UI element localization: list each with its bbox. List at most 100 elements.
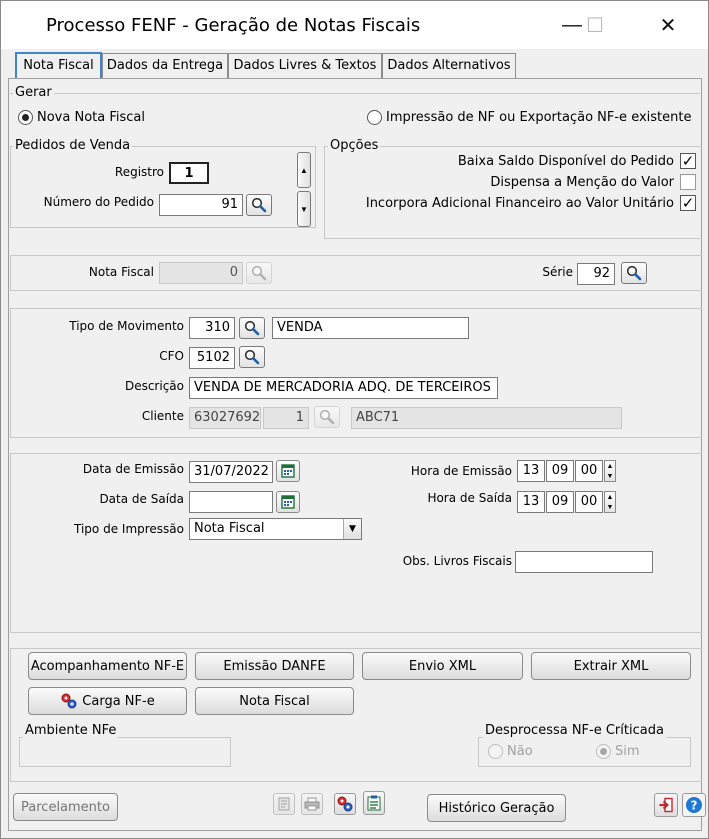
document-icon <box>278 797 290 811</box>
opcao-dispensa-checkbox[interactable] <box>680 174 696 190</box>
hora-saida-hh[interactable]: 13 <box>517 491 545 513</box>
toolbar-print-button[interactable] <box>301 793 323 815</box>
cfo-input[interactable]: 5102 <box>189 347 235 369</box>
maximize-button[interactable]: ☐ <box>572 9 618 41</box>
arrow-down-icon: ▼ <box>606 503 614 511</box>
opcao-incorpora-checkbox[interactable]: ✓ <box>680 195 696 211</box>
descricao-input[interactable]: VENDA DE MERCADORIA ADQ. DE TERCEIROS <box>189 377 498 399</box>
arrow-down-icon: ▼ <box>606 472 614 480</box>
radio-desprocessa-sim-label: Sim <box>615 744 640 759</box>
tab-dados-entrega[interactable]: Dados da Entrega <box>102 53 228 78</box>
hora-emissao-mm[interactable]: 09 <box>546 460 574 482</box>
toolbar-process-button[interactable] <box>334 793 356 815</box>
radio-impressao-existente[interactable] <box>367 110 382 125</box>
hora-saida-label: Hora de Saída <box>427 491 512 505</box>
radio-nova-nota-label: Nova Nota Fiscal <box>37 110 145 125</box>
gerar-label: Gerar <box>13 85 54 100</box>
obs-livros-input[interactable] <box>515 551 653 573</box>
nota-fiscal-input: 0 <box>159 262 243 284</box>
pedido-next-button[interactable]: ▼ <box>297 191 311 227</box>
hora-emissao-label: Hora de Emissão <box>410 464 512 478</box>
serie-label: Série <box>542 265 573 279</box>
search-icon <box>626 265 642 281</box>
search-icon <box>251 265 267 281</box>
printer-icon <box>304 797 320 811</box>
data-saida-label: Data de Saída <box>99 492 184 506</box>
arrow-down-icon: ▼ <box>300 204 308 214</box>
registro-value: 1 <box>169 162 209 184</box>
calendar-icon <box>281 495 295 509</box>
search-icon <box>251 197 267 213</box>
opcao-incorpora-label: Incorpora Adicional Financeiro ao Valor … <box>365 196 674 211</box>
chevron-down-icon: ▼ <box>343 519 361 539</box>
cfo-search-button[interactable] <box>239 346 265 368</box>
tipo-movimento-code-input[interactable]: 310 <box>189 317 235 339</box>
window-title: Processo FENF - Geração de Notas Fiscais <box>46 15 421 36</box>
tab-nota-fiscal[interactable]: Nota Fiscal <box>15 52 102 79</box>
extrair-xml-button[interactable]: Extrair XML <box>531 652 691 680</box>
exit-button[interactable] <box>654 793 678 817</box>
numero-pedido-label: Número do Pedido <box>43 195 154 209</box>
hora-saida-ss[interactable]: 00 <box>575 491 603 513</box>
descricao-label: Descrição <box>124 379 184 393</box>
nota-fiscal-label: Nota Fiscal <box>88 265 154 279</box>
cliente-code: 63027692 <box>189 407 261 429</box>
search-icon <box>319 409 335 425</box>
radio-impressao-existente-label: Impressão de NF ou Exportação NF-e exist… <box>386 110 692 125</box>
envio-xml-button[interactable]: Envio XML <box>362 652 523 680</box>
radio-nova-nota[interactable] <box>18 110 33 125</box>
title-bar: Processo FENF - Geração de Notas Fiscais… <box>1 1 708 49</box>
help-button[interactable]: ? <box>682 793 706 817</box>
gears-icon <box>337 796 353 812</box>
numero-pedido-input[interactable]: 91 <box>159 194 243 216</box>
acompanhamento-nfe-button[interactable]: Acompanhamento NF-E <box>28 652 187 680</box>
opcoes-label: Opções <box>328 138 381 153</box>
tab-dados-livres[interactable]: Dados Livres & Textos <box>228 53 382 78</box>
obs-livros-label: Obs. Livros Fiscais <box>402 554 512 568</box>
tipo-impressao-select[interactable]: Nota Fiscal ▼ <box>189 518 362 540</box>
main-window: Processo FENF - Geração de Notas Fiscais… <box>0 0 709 839</box>
serie-search-button[interactable] <box>621 262 647 284</box>
radio-desprocessa-nao <box>488 744 503 759</box>
exit-icon <box>659 797 673 813</box>
cliente-label: Cliente <box>141 409 184 423</box>
checklist-icon <box>367 795 381 811</box>
calendar-icon <box>281 464 295 478</box>
cliente-search-button <box>314 406 340 428</box>
arrow-up-icon: ▲ <box>606 462 614 470</box>
arrow-up-icon: ▲ <box>300 165 308 175</box>
hora-emissao-spinner[interactable]: ▲ ▼ <box>604 460 616 482</box>
hora-saida-spinner[interactable]: ▲ ▼ <box>604 491 616 513</box>
radio-desprocessa-sim <box>596 744 611 759</box>
cfo-label: CFO <box>159 349 184 363</box>
carga-nfe-button[interactable]: Carga NF-e <box>28 687 187 715</box>
registro-label: Registro <box>114 165 164 179</box>
pedido-prev-button[interactable]: ▲ <box>297 152 311 188</box>
hora-emissao-hh[interactable]: 13 <box>517 460 545 482</box>
opcao-baixa-saldo-checkbox[interactable]: ✓ <box>680 153 696 169</box>
search-icon <box>244 320 260 336</box>
tipo-movimento-desc: VENDA <box>272 317 469 339</box>
data-emissao-label: Data de Emissão <box>82 462 184 476</box>
tab-dados-alternativos[interactable]: Dados Alternativos <box>382 53 516 78</box>
emissao-danfe-button[interactable]: Emissão DANFE <box>195 652 354 680</box>
nota-fiscal-button[interactable]: Nota Fiscal <box>195 687 354 715</box>
tipo-movimento-search-button[interactable] <box>239 317 265 339</box>
parcelamento-button[interactable]: Parcelamento <box>13 793 118 821</box>
nota-fiscal-search-button <box>246 262 272 284</box>
hora-emissao-ss[interactable]: 00 <box>575 460 603 482</box>
serie-input[interactable]: 92 <box>577 263 615 285</box>
help-icon: ? <box>686 797 702 813</box>
data-emissao-input[interactable]: 31/07/2022 <box>189 461 273 483</box>
hora-saida-mm[interactable]: 09 <box>546 491 574 513</box>
toolbar-checklist-button[interactable] <box>363 791 385 815</box>
close-button[interactable]: ✕ <box>645 9 691 41</box>
data-emissao-calendar-button[interactable] <box>276 460 300 482</box>
toolbar-document-button[interactable] <box>273 793 295 815</box>
numero-pedido-search-button[interactable] <box>246 194 272 216</box>
data-saida-input[interactable] <box>189 491 273 513</box>
radio-desprocessa-nao-label: Não <box>507 744 533 759</box>
cliente-seq: 1 <box>263 407 309 429</box>
historico-geracao-button[interactable]: Histórico Geração <box>427 794 566 822</box>
data-saida-calendar-button[interactable] <box>276 491 300 513</box>
